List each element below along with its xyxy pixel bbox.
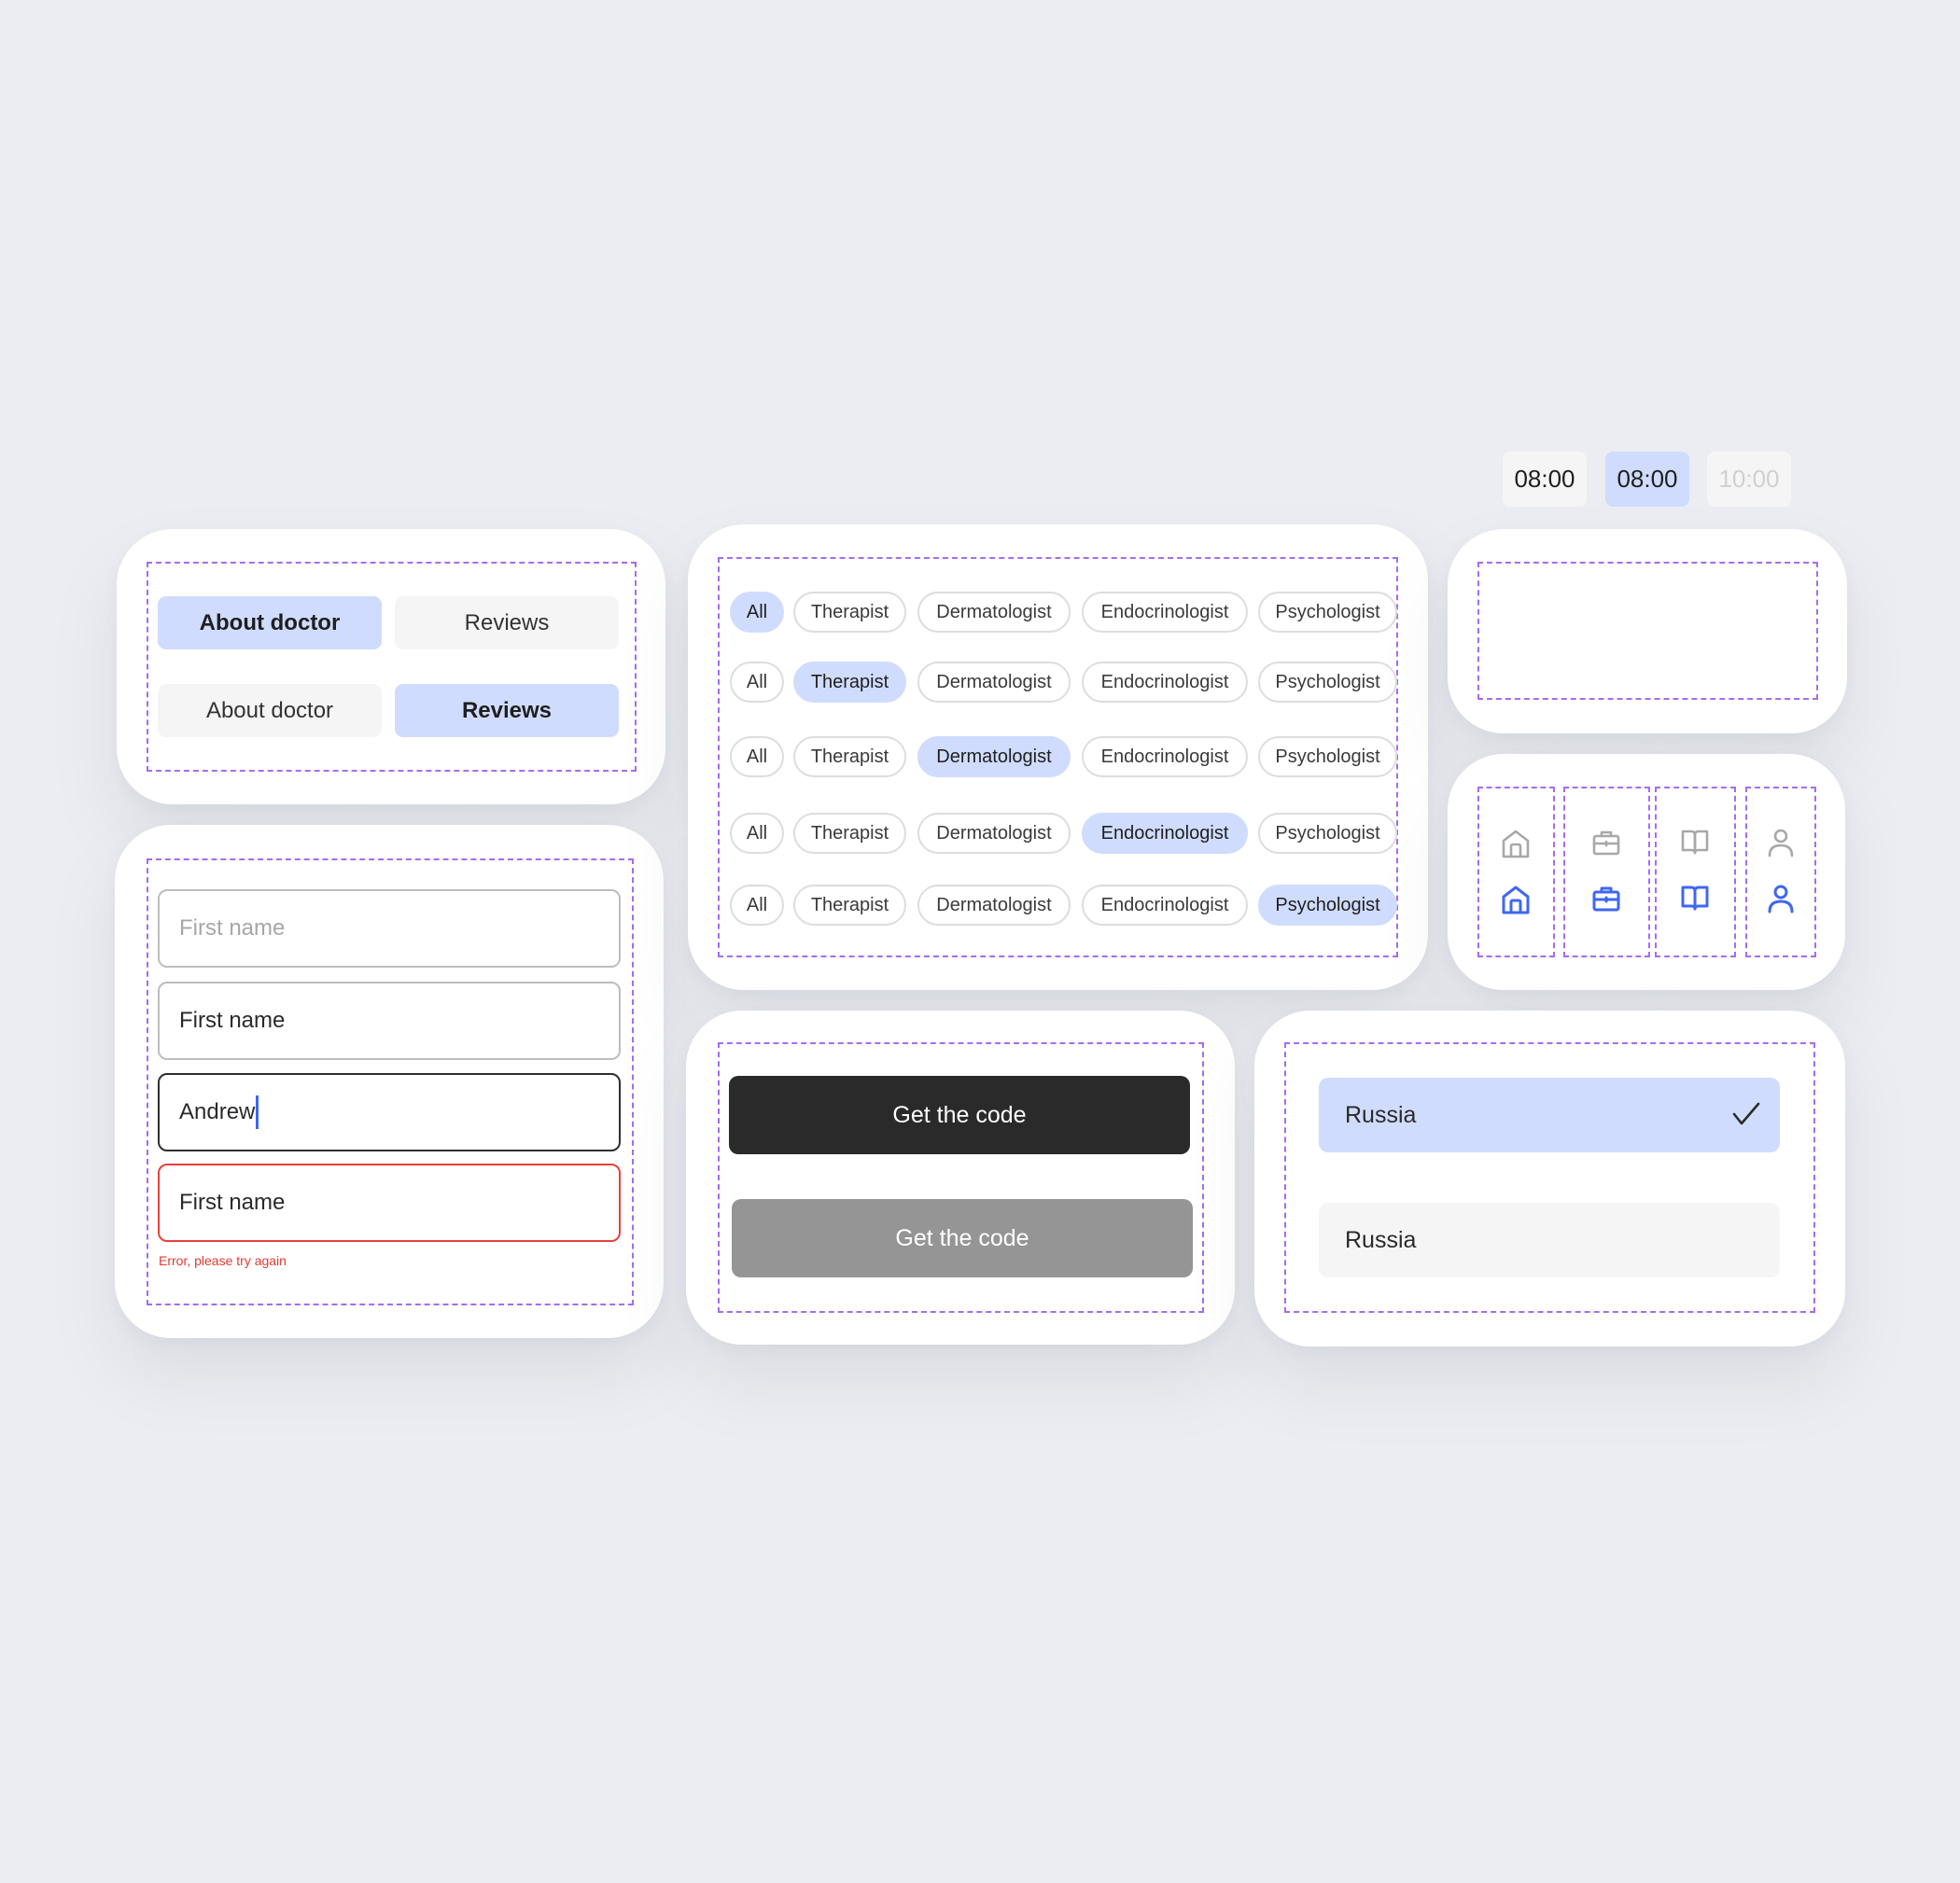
country-option-label: Russia [1345, 1226, 1417, 1253]
time-slot-default[interactable]: 08:00 [1503, 452, 1587, 507]
icon-frame-home [1477, 787, 1555, 957]
icon-frame-briefcase [1563, 787, 1650, 957]
first-name-input-focused[interactable]: Andrew [158, 1073, 621, 1151]
filter-chip-endocrinologist[interactable]: Endocrinologist [1082, 736, 1248, 777]
tab-about-doctor[interactable]: About doctor [158, 684, 382, 737]
filter-chip-psychologist[interactable]: Psychologist [1258, 662, 1397, 703]
book-icon[interactable] [1680, 884, 1710, 912]
checkmark-icon [1732, 1102, 1760, 1125]
filter-chip-psychologist[interactable]: Psychologist [1258, 736, 1397, 777]
briefcase-icon[interactable] [1591, 828, 1621, 858]
tabs-frame [147, 562, 637, 772]
input-value-text: First name [179, 1190, 286, 1215]
tab-reviews[interactable]: Reviews [395, 596, 619, 649]
filter-chip-endocrinologist[interactable]: Endocrinologist [1082, 592, 1248, 633]
icon-frame-user [1745, 787, 1816, 957]
icon-frame-book [1655, 787, 1736, 957]
get-code-button-disabled: Get the code [732, 1199, 1193, 1277]
filter-chip-endocrinologist[interactable]: Endocrinologist [1082, 662, 1248, 703]
filter-chip-all[interactable]: All [730, 813, 784, 854]
time-slots-frame [1477, 562, 1818, 700]
tab-reviews[interactable]: Reviews [395, 684, 619, 737]
text-caret [256, 1095, 259, 1129]
filter-chip-therapist[interactable]: Therapist [793, 885, 906, 926]
input-value-text: First name [179, 1008, 286, 1033]
home-icon[interactable] [1500, 884, 1532, 915]
time-slot-selected[interactable]: 08:00 [1605, 452, 1689, 507]
filter-chip-all[interactable]: All [730, 592, 784, 633]
error-message: Error, please try again [159, 1253, 287, 1268]
first-name-input-placeholder[interactable]: First name [158, 889, 621, 968]
filter-chip-dermatologist[interactable]: Dermatologist [917, 736, 1071, 777]
country-option[interactable]: Russia [1319, 1203, 1780, 1277]
input-value-text: Andrew [179, 1099, 256, 1124]
filter-chip-endocrinologist[interactable]: Endocrinologist [1082, 813, 1248, 854]
filter-chip-all[interactable]: All [730, 662, 784, 703]
book-icon[interactable] [1680, 828, 1710, 856]
first-name-input-filled[interactable]: First name [158, 982, 621, 1060]
user-icon[interactable] [1767, 884, 1795, 914]
input-placeholder-text: First name [179, 915, 286, 941]
filter-chip-dermatologist[interactable]: Dermatologist [917, 662, 1071, 703]
filter-chip-dermatologist[interactable]: Dermatologist [917, 885, 1071, 926]
country-option-selected[interactable]: Russia [1319, 1078, 1780, 1152]
filter-chip-psychologist[interactable]: Psychologist [1258, 813, 1397, 854]
filter-chip-dermatologist[interactable]: Dermatologist [917, 813, 1071, 854]
tab-about-doctor[interactable]: About doctor [158, 596, 382, 649]
time-slot-disabled: 10:00 [1707, 452, 1791, 507]
filter-chip-all[interactable]: All [730, 885, 784, 926]
filter-chip-therapist[interactable]: Therapist [793, 662, 906, 703]
filter-chip-psychologist[interactable]: Psychologist [1258, 592, 1397, 633]
home-icon[interactable] [1500, 828, 1532, 859]
country-option-label: Russia [1345, 1101, 1417, 1128]
first-name-input-error[interactable]: First name [158, 1164, 621, 1242]
filter-chip-therapist[interactable]: Therapist [793, 813, 906, 854]
filter-chip-endocrinologist[interactable]: Endocrinologist [1082, 885, 1248, 926]
briefcase-icon[interactable] [1591, 884, 1621, 914]
filter-chip-therapist[interactable]: Therapist [793, 592, 906, 633]
get-code-button[interactable]: Get the code [729, 1076, 1190, 1154]
user-icon[interactable] [1767, 828, 1795, 858]
filter-chip-dermatologist[interactable]: Dermatologist [917, 592, 1071, 633]
filter-chip-therapist[interactable]: Therapist [793, 736, 906, 777]
filter-chip-psychologist[interactable]: Psychologist [1258, 885, 1397, 926]
filter-chip-all[interactable]: All [730, 736, 784, 777]
